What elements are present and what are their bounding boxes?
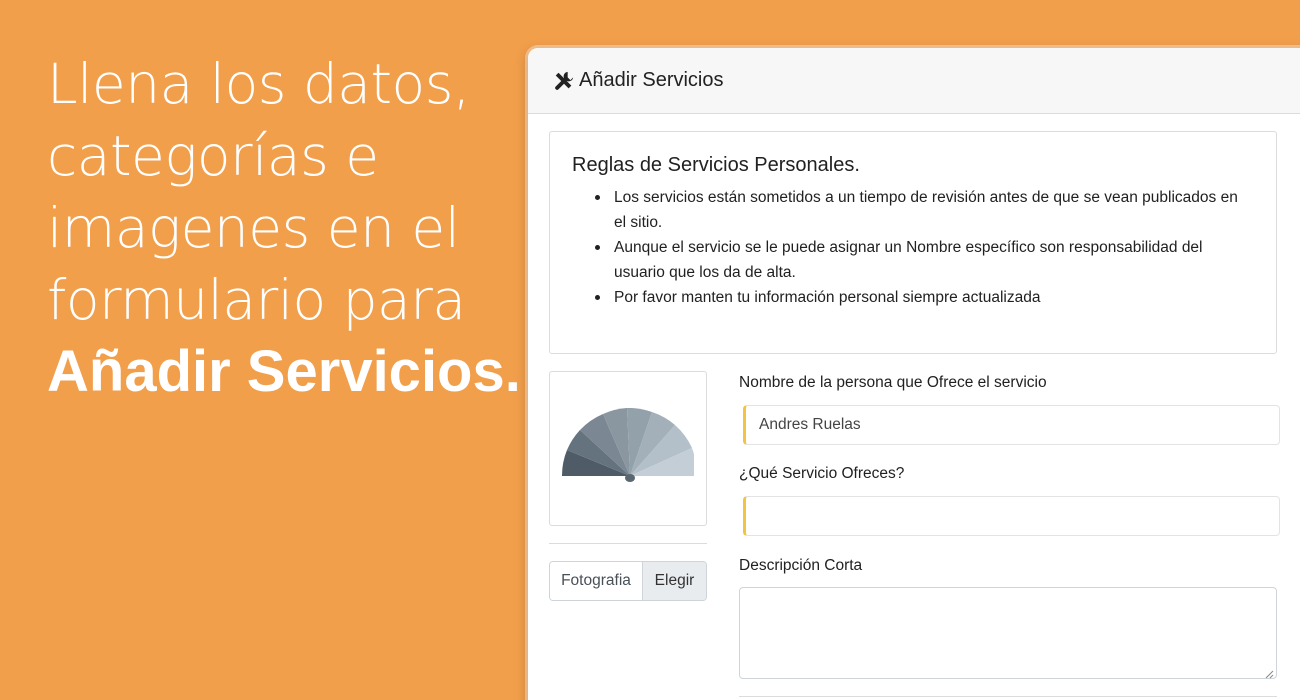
- file-label: Fotografia: [550, 562, 642, 600]
- hero-text: Llena los datos, categorías e imagenes e…: [47, 48, 521, 408]
- name-label: Nombre de la persona que Ofrece el servi…: [739, 374, 1047, 391]
- rules-item: Los servicios están sometidos a un tiemp…: [595, 185, 1254, 235]
- image-placeholder-icon: [561, 407, 697, 489]
- hero-line-5: Añadir Servicios.: [47, 339, 521, 404]
- rules-item: Aunque el servicio se le puede asignar u…: [595, 235, 1254, 285]
- photo-divider: [549, 543, 707, 544]
- hero-line-3: imagenes en el: [47, 196, 460, 260]
- hero-line-1: Llena los datos,: [47, 52, 470, 116]
- rules-item: Por favor manten tu información personal…: [595, 285, 1254, 310]
- hero-line-4: formulario para: [47, 268, 466, 332]
- tools-icon: [553, 70, 575, 92]
- window-header: Añadir Servicios: [528, 48, 1300, 114]
- photo-preview: [549, 371, 707, 526]
- short-description-textarea[interactable]: [739, 587, 1277, 679]
- description-label: Descripción Corta: [739, 557, 863, 574]
- provider-name-input[interactable]: Andres Ruelas: [743, 405, 1280, 445]
- rules-list: Los servicios están sometidos a un tiemp…: [572, 185, 1254, 310]
- service-label: ¿Qué Servicio Ofreces?: [739, 465, 905, 482]
- rules-panel: Reglas de Servicios Personales. Los serv…: [549, 131, 1277, 354]
- resize-grip-icon[interactable]: [1264, 666, 1274, 679]
- add-service-window: Añadir Servicios Reglas de Servicios Per…: [528, 48, 1300, 700]
- form-divider: [739, 696, 1277, 697]
- photo-file-input[interactable]: Fotografia Elegir: [549, 561, 707, 601]
- choose-file-button[interactable]: Elegir: [642, 562, 706, 600]
- window-title: Añadir Servicios: [579, 69, 724, 91]
- hero-line-2: categorías e: [47, 124, 379, 188]
- rules-title: Reglas de Servicios Personales.: [572, 154, 860, 176]
- service-name-input[interactable]: [743, 496, 1280, 536]
